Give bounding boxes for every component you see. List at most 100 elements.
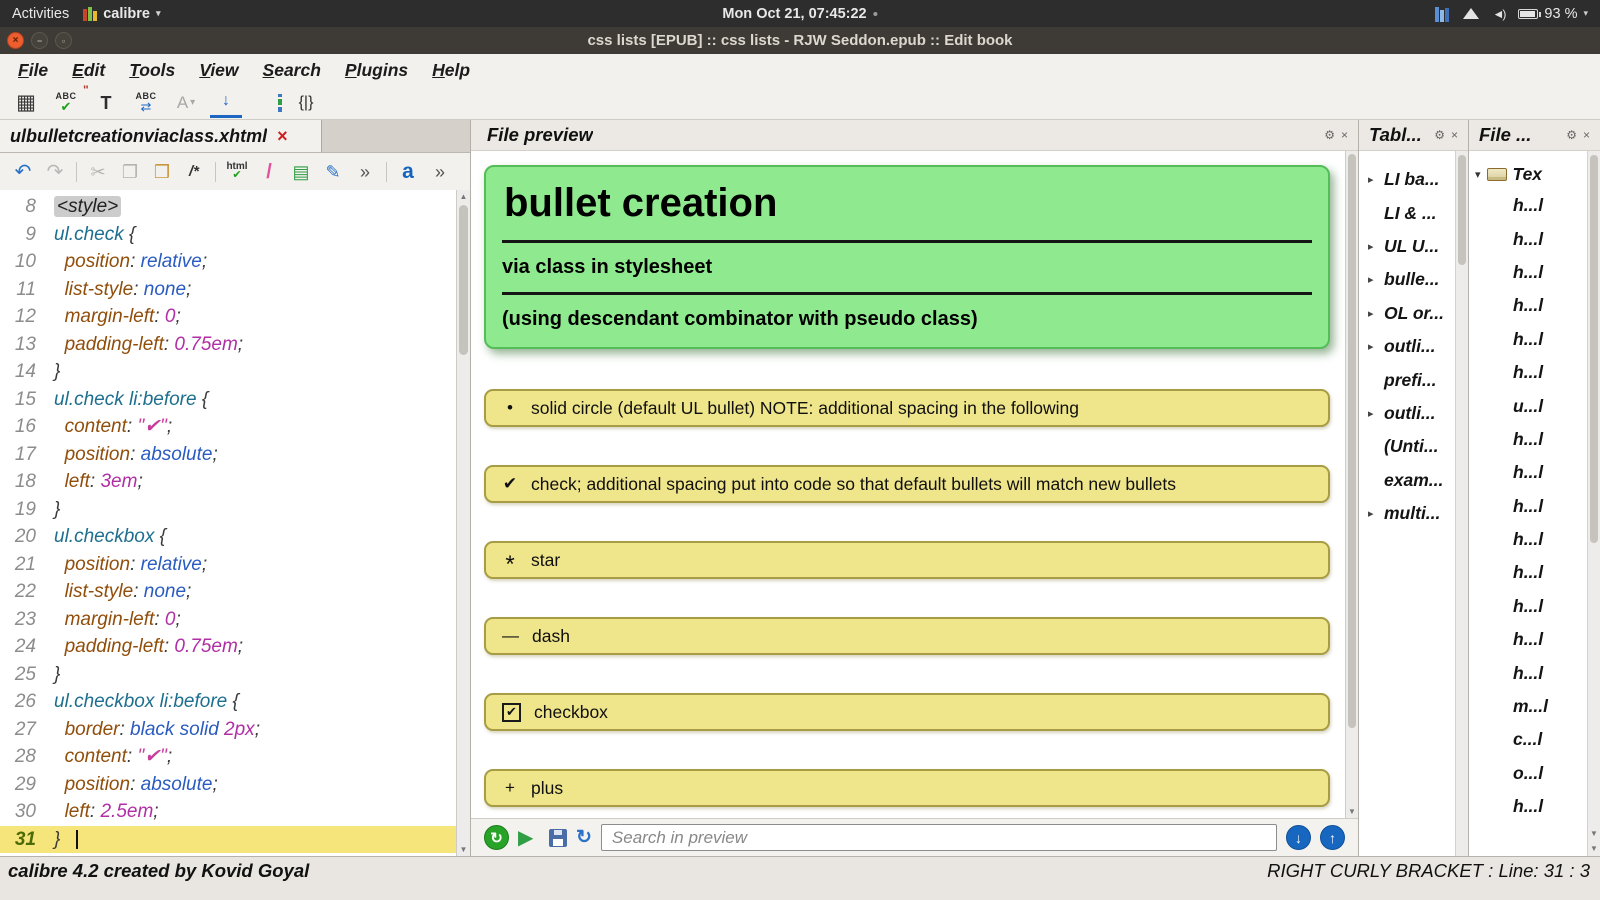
gear-icon[interactable]: ⚙: [1566, 129, 1577, 141]
editor-scroll-thumb[interactable]: [459, 205, 468, 355]
close-icon[interactable]: ×: [1583, 129, 1590, 141]
close-icon[interactable]: ×: [1341, 129, 1348, 141]
expand-arrow-icon[interactable]: ▸: [1368, 340, 1379, 353]
code-line[interactable]: 21 position: relative;: [0, 551, 456, 579]
gear-icon[interactable]: ⚙: [1324, 129, 1335, 141]
battery-indicator[interactable]: 93 % ▾: [1518, 6, 1588, 22]
toc-item[interactable]: ▸ LI ba...: [1359, 163, 1455, 196]
auto-refresh-button[interactable]: ↻: [484, 825, 509, 850]
file-item[interactable]: h...l: [1469, 490, 1587, 523]
toc-scrollbar[interactable]: [1455, 151, 1468, 856]
app-menu-button[interactable]: calibre ▾: [83, 6, 161, 22]
file-item[interactable]: h...l: [1469, 356, 1587, 389]
find-next-button[interactable]: ↓: [1286, 825, 1311, 850]
editor-tab[interactable]: ulbulletcreationviaclass.xhtml ×: [0, 120, 322, 152]
menu-tools[interactable]: Tools: [117, 57, 187, 84]
mode-grid-icon[interactable]: ▦: [10, 88, 42, 118]
redo-button[interactable]: ↷: [44, 159, 66, 185]
expand-arrow-icon[interactable]: ▸: [1368, 273, 1379, 286]
save-icon[interactable]: [549, 828, 567, 847]
window-close-button[interactable]: ×: [7, 32, 24, 49]
code-editor[interactable]: 8 <style> 9 ul.check {10 position: relative…: [0, 190, 470, 856]
toc-item[interactable]: ▸ outli...: [1359, 330, 1455, 363]
toc-item[interactable]: (Unti...: [1359, 430, 1455, 463]
code-line[interactable]: 14}: [0, 358, 456, 386]
scroll-down-icon[interactable]: ▼: [1346, 805, 1358, 818]
expand-arrow-icon[interactable]: ▸: [1368, 173, 1379, 186]
menu-file[interactable]: File: [6, 57, 60, 84]
code-line[interactable]: 8 <style>: [0, 193, 456, 221]
library-tray-icon[interactable]: [1435, 6, 1449, 22]
tab-close-icon[interactable]: ×: [277, 127, 288, 145]
toc-item[interactable]: LI & ...: [1359, 196, 1455, 229]
code-line[interactable]: 9 ul.check {: [0, 221, 456, 249]
code-line[interactable]: 30 left: 2.5em;: [0, 798, 456, 826]
copy-button[interactable]: ❐: [119, 159, 141, 185]
find-previous-button[interactable]: ↑: [1320, 825, 1345, 850]
spellcheck-button[interactable]: ABC ✔: [50, 88, 82, 118]
file-item[interactable]: h...l: [1469, 656, 1587, 689]
close-tag-button[interactable]: /: [258, 159, 280, 185]
window-title-bar[interactable]: × − ▫ css lists [EPUB] :: css lists - RJ…: [0, 27, 1600, 54]
menu-plugins[interactable]: Plugins: [333, 57, 420, 84]
code-line[interactable]: 31}: [0, 825, 456, 853]
file-scrollbar[interactable]: ▼ ▼: [1587, 151, 1600, 856]
reports-button[interactable]: [250, 93, 282, 112]
toolbar-overflow-button[interactable]: »: [354, 159, 376, 185]
toc-item[interactable]: exam...: [1359, 464, 1455, 497]
code-line[interactable]: 12 margin-left: 0;: [0, 303, 456, 331]
code-line[interactable]: 10 position: relative;: [0, 248, 456, 276]
search-replace-button[interactable]: ABC ⇄: [130, 88, 162, 118]
file-item[interactable]: h...l: [1469, 189, 1587, 222]
toc-scroll-thumb[interactable]: [1458, 155, 1466, 265]
beautify-button[interactable]: ✎: [322, 159, 344, 185]
window-minimize-button[interactable]: −: [31, 32, 48, 49]
code-line[interactable]: 15 ul.check li:before {: [0, 386, 456, 414]
code-line[interactable]: 17 position: absolute;: [0, 441, 456, 469]
check-html-button[interactable]: html ✔: [226, 159, 248, 185]
expand-arrow-icon[interactable]: ▸: [1368, 407, 1379, 420]
editor-scrollbar[interactable]: ▲ ▼: [456, 190, 470, 856]
window-maximize-button[interactable]: ▫: [55, 32, 72, 49]
code-line[interactable]: 28 content: "✔";: [0, 743, 456, 771]
preview-scrollbar[interactable]: ▼: [1345, 151, 1358, 818]
preview-scroll-thumb[interactable]: [1348, 154, 1356, 728]
file-item[interactable]: u...l: [1469, 389, 1587, 422]
live-css-button[interactable]: a: [397, 159, 419, 185]
file-item[interactable]: c...l: [1469, 723, 1587, 756]
file-item[interactable]: h...l: [1469, 289, 1587, 322]
undo-button[interactable]: ↶: [12, 159, 34, 185]
code-line[interactable]: 13 padding-left: 0.75em;: [0, 331, 456, 359]
arrange-files-button[interactable]: A ▾: [170, 88, 202, 118]
gear-icon[interactable]: ⚙: [1434, 129, 1445, 141]
clock[interactable]: Mon Oct 21, 07:45:22: [722, 6, 878, 22]
code-line[interactable]: 24 padding-left: 0.75em;: [0, 633, 456, 661]
preview-content[interactable]: bullet creation via class in stylesheet …: [471, 151, 1358, 818]
menu-view[interactable]: View: [187, 57, 250, 84]
system-tray[interactable]: ◄) 93 % ▾: [1435, 6, 1588, 22]
menu-edit[interactable]: Edit: [60, 57, 117, 84]
expand-arrow-icon[interactable]: ▸: [1368, 240, 1379, 253]
file-item[interactable]: h...l: [1469, 256, 1587, 289]
code-line[interactable]: 22 list-style: none;: [0, 578, 456, 606]
code-line[interactable]: 25}: [0, 661, 456, 689]
file-item[interactable]: o...l: [1469, 757, 1587, 790]
collapse-arrow-icon[interactable]: ▾: [1475, 168, 1481, 181]
file-item[interactable]: h...l: [1469, 222, 1587, 255]
code-line[interactable]: 16 content: "✔";: [0, 413, 456, 441]
activities-button[interactable]: Activities: [12, 6, 69, 22]
code-line[interactable]: 26 ul.checkbox li:before {: [0, 688, 456, 716]
file-item[interactable]: h...l: [1469, 590, 1587, 623]
code-line[interactable]: 20 ul.checkbox {: [0, 523, 456, 551]
scroll-down-icon[interactable]: ▼: [1588, 842, 1600, 855]
scroll-down-icon[interactable]: ▼: [1588, 827, 1600, 840]
scroll-down-icon[interactable]: ▼: [457, 843, 470, 856]
file-item[interactable]: h...l: [1469, 456, 1587, 489]
scroll-up-icon[interactable]: ▲: [457, 190, 470, 203]
new-file-icon[interactable]: ▤: [290, 159, 312, 185]
import-files-button[interactable]: ↓: [210, 88, 242, 118]
toc-item[interactable]: ▸ outli...: [1359, 397, 1455, 430]
file-item[interactable]: h...l: [1469, 423, 1587, 456]
toc-item[interactable]: ▸ bulle...: [1359, 263, 1455, 296]
file-item[interactable]: m...l: [1469, 690, 1587, 723]
